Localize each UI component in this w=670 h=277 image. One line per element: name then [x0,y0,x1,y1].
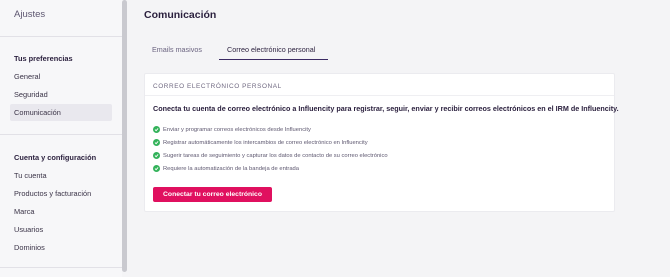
check-icon [153,126,160,133]
section-heading-account: Cuenta y configuración [14,153,97,162]
feature-text: Requiere la automatización de la bandeja… [163,165,300,172]
personal-email-card: CORREO ELECTRÓNICO PERSONAL Conecta tu c… [144,73,619,212]
connect-email-button[interactable]: Conectar tu correo electrónico [153,187,272,202]
sidebar-item-billing[interactable]: Productos y facturación [10,185,112,202]
check-icon [153,139,160,146]
check-icon [153,165,160,172]
sidebar-item-general[interactable]: General [10,68,112,85]
sidebar-item-communication[interactable]: Comunicación [10,104,112,121]
sidebar-divider [0,267,122,268]
tab-bulk-emails[interactable]: Emails masivos [152,44,202,60]
sidebar-scrollbar[interactable] [122,0,127,272]
feature-item: Sugerir tareas de seguimiento y capturar… [153,151,388,160]
sidebar-divider [0,36,122,37]
sidebar: Ajustes Tus preferencias General Segurid… [0,0,122,277]
feature-text: Sugerir tareas de seguimiento y capturar… [163,152,388,159]
check-icon [153,152,160,159]
feature-text: Registrar automáticamente los intercambi… [163,139,368,146]
sidebar-item-domains[interactable]: Dominios [10,239,112,256]
sidebar-item-security[interactable]: Seguridad [10,86,112,103]
page-title: Comunicación [144,9,217,21]
sidebar-item-account[interactable]: Tu cuenta [10,167,112,184]
sidebar-divider [0,134,122,135]
feature-item: Registrar automáticamente los intercambi… [153,138,368,147]
sidebar-item-brand[interactable]: Marca [10,203,112,220]
section-heading-preferences: Tus preferencias [14,54,73,63]
feature-text: Enviar y programar correos electrónicos … [163,126,311,133]
tab-personal-email[interactable]: Correo electrónico personal [219,44,328,60]
feature-item: Enviar y programar correos electrónicos … [153,125,311,134]
card-heading: Conecta tu cuenta de correo electrónico … [153,104,619,113]
card-divider [145,95,614,96]
card-label: CORREO ELECTRÓNICO PERSONAL [153,83,282,90]
feature-item: Requiere la automatización de la bandeja… [153,164,299,173]
sidebar-title: Ajustes [14,9,46,20]
sidebar-item-users[interactable]: Usuarios [10,221,112,238]
